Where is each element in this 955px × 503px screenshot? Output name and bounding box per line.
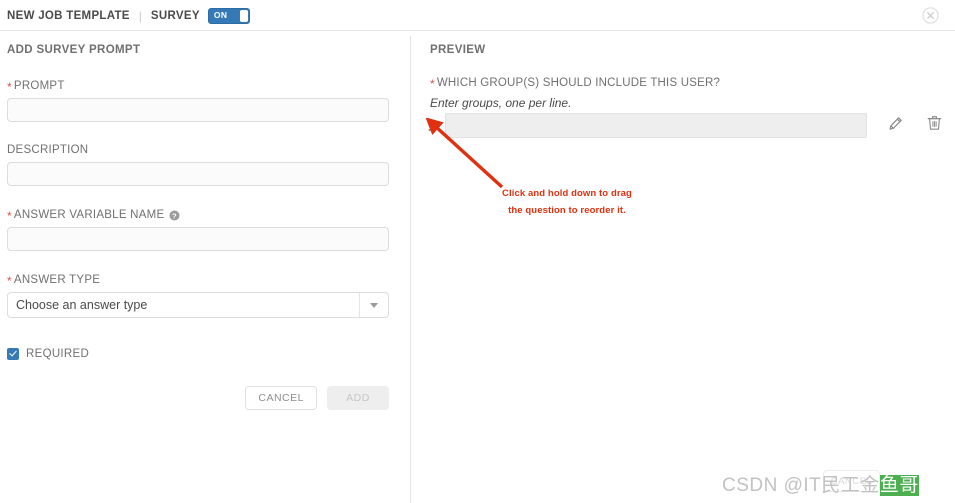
- watermark-prefix: CSDN @IT: [722, 475, 822, 496]
- field-answer-type-label-text: ANSWER TYPE: [13, 274, 101, 286]
- required-asterisk: *: [430, 77, 435, 91]
- required-asterisk: *: [7, 209, 12, 223]
- field-answer-variable-name-label-text: ANSWER VARIABLE NAME: [13, 209, 165, 221]
- field-answer-type: * ANSWER TYPE Choose an answer type: [7, 274, 389, 318]
- pencil-icon[interactable]: [888, 116, 903, 136]
- field-answer-type-label: * ANSWER TYPE: [7, 274, 389, 288]
- answer-type-selected-value: Choose an answer type: [16, 298, 148, 312]
- answer-type-select[interactable]: Choose an answer type: [7, 292, 389, 318]
- annotation-line-1: Click and hold down to drag: [502, 188, 632, 199]
- preview-pane: PREVIEW * WHICH GROUP(S) SHOULD INCLUDE …: [411, 31, 955, 503]
- preview-row-actions: [888, 115, 942, 136]
- breadcrumb: NEW JOB TEMPLATE | SURVEY ON: [7, 8, 250, 24]
- form-actions: CANCEL ADD: [245, 386, 389, 410]
- answer-variable-name-input[interactable]: [7, 227, 389, 251]
- preview-question-text: WHICH GROUP(S) SHOULD INCLUDE THIS USER?: [436, 77, 721, 89]
- pane-title-preview: PREVIEW: [430, 44, 486, 56]
- required-checkbox-label: REQUIRED: [26, 348, 90, 360]
- watermark-highlight: 鱼哥: [879, 475, 919, 496]
- prompt-input[interactable]: [7, 98, 389, 122]
- required-checkbox-row[interactable]: REQUIRED: [7, 348, 89, 360]
- svg-text:?: ?: [172, 211, 177, 220]
- field-description-label-text: DESCRIPTION: [7, 144, 89, 156]
- annotation-text: Click and hold down to drag the question…: [487, 185, 647, 219]
- watermark: CSDN @IT民工金鱼哥: [722, 470, 919, 497]
- close-circle-icon[interactable]: [922, 7, 939, 24]
- preview-question-hint: Enter groups, one per line.: [430, 96, 572, 110]
- field-answer-variable-name-label: * ANSWER VARIABLE NAME ?: [7, 209, 389, 223]
- drag-handle-icon[interactable]: [425, 115, 439, 137]
- survey-enable-toggle[interactable]: ON: [207, 8, 250, 24]
- field-description: DESCRIPTION: [7, 144, 389, 186]
- description-input[interactable]: [7, 162, 389, 186]
- preview-question-label: * WHICH GROUP(S) SHOULD INCLUDE THIS USE…: [430, 77, 721, 91]
- field-description-label: DESCRIPTION: [7, 144, 389, 156]
- survey-toggle-knob: [239, 10, 248, 22]
- add-button[interactable]: ADD: [327, 386, 389, 410]
- breadcrumb-separator: |: [138, 9, 142, 23]
- field-answer-variable-name: * ANSWER VARIABLE NAME ?: [7, 209, 389, 251]
- cancel-button[interactable]: CANCEL: [245, 386, 317, 410]
- survey-toggle-label: ON: [213, 10, 228, 20]
- add-survey-prompt-pane: ADD SURVEY PROMPT * PROMPT DESCRIPTION *…: [0, 31, 410, 503]
- field-prompt: * PROMPT: [7, 80, 389, 122]
- watermark-middle: 民工金: [821, 475, 880, 496]
- annotation-line-2: the question to reorder it.: [508, 205, 626, 216]
- question-circle-icon[interactable]: ?: [169, 210, 180, 221]
- preview-answer-input[interactable]: [445, 113, 867, 138]
- breadcrumb-survey[interactable]: SURVEY: [151, 10, 200, 22]
- preview-question-row: [425, 113, 945, 138]
- dialog-header: NEW JOB TEMPLATE | SURVEY ON: [0, 0, 955, 31]
- required-asterisk: *: [7, 274, 12, 288]
- field-prompt-label: * PROMPT: [7, 80, 389, 94]
- trash-icon[interactable]: [927, 115, 942, 136]
- pane-title-add-survey-prompt: ADD SURVEY PROMPT: [7, 44, 141, 56]
- required-asterisk: *: [7, 80, 12, 94]
- required-checkbox[interactable]: [7, 348, 19, 360]
- caret-shape: [370, 302, 378, 308]
- field-prompt-label-text: PROMPT: [13, 80, 65, 92]
- breadcrumb-new-job-template[interactable]: NEW JOB TEMPLATE: [7, 10, 130, 22]
- chevron-down-icon[interactable]: [359, 293, 388, 317]
